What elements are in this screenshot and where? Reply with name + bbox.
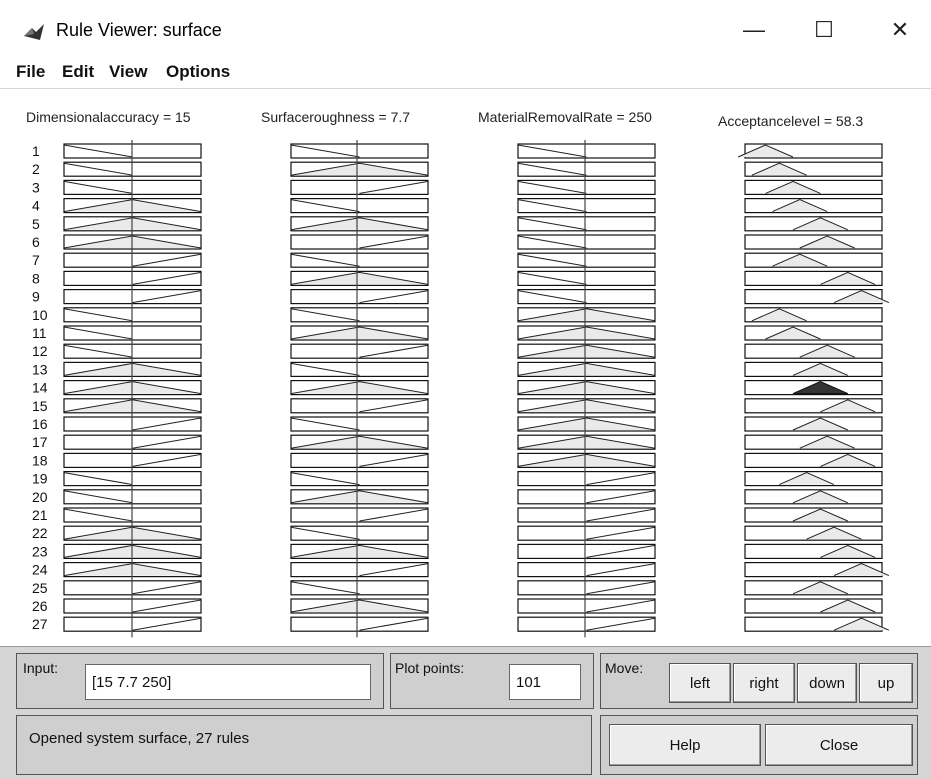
help-button[interactable]: Help (609, 724, 761, 766)
rule-cell (517, 216, 656, 232)
close-window-button[interactable]: ✕ (870, 10, 930, 50)
rule-cell (290, 252, 429, 268)
rule-number: 22 (32, 525, 48, 541)
rule-number: 12 (32, 343, 48, 359)
move-up-button[interactable]: up (859, 663, 913, 703)
plot-points-group: Plot points: 101 (390, 653, 594, 709)
rule-cell (517, 179, 656, 196)
maximize-button[interactable]: ☐ (794, 10, 854, 50)
close-icon: ✕ (890, 17, 910, 42)
rule-cell (517, 580, 656, 596)
menu-view[interactable]: View (109, 62, 147, 82)
input-label: Input: (23, 660, 59, 676)
action-group: Help Close (600, 715, 918, 775)
menu-file[interactable]: File (16, 62, 45, 82)
rule-number: 8 (32, 270, 40, 286)
rule-cell (290, 234, 429, 250)
rule-number: 15 (32, 398, 48, 414)
input-field[interactable]: [15 7.7 250] (85, 664, 371, 700)
status-panel: Opened system surface, 27 rules (16, 715, 592, 775)
rule-number: 26 (32, 598, 48, 614)
menu-bar: File Edit View Options (0, 58, 931, 88)
rule-number: 11 (32, 325, 47, 341)
rule-number: 16 (32, 416, 48, 432)
rule-number: 13 (32, 361, 48, 377)
plot-points-label: Plot points: (395, 660, 465, 676)
rule-cell (517, 616, 656, 632)
rule-cell (290, 507, 429, 523)
rule-number: 21 (32, 507, 48, 523)
move-group: Move: left right down up (600, 653, 918, 709)
rule-cell (290, 343, 429, 359)
minimize-button[interactable]: — (724, 10, 784, 50)
input-group: Input: [15 7.7 250] (16, 653, 384, 709)
rule-cell (290, 525, 429, 541)
rule-cell (290, 143, 429, 159)
rule-cell (290, 361, 429, 377)
maximize-icon: ☐ (814, 17, 834, 42)
rule-number: 2 (32, 161, 40, 177)
move-right-button[interactable]: right (733, 663, 795, 703)
move-label: Move: (605, 660, 644, 676)
title-bar: Rule Viewer: surface — ☐ ✕ (0, 0, 931, 58)
rule-cell (517, 471, 656, 487)
rule-number: 1 (32, 143, 40, 159)
rule-cell (290, 616, 429, 632)
rule-cell (517, 543, 656, 559)
rule-cell (517, 270, 656, 286)
rule-cell (517, 143, 656, 159)
rule-number: 25 (32, 580, 48, 596)
rule-cell (290, 580, 429, 596)
rule-number: 9 (32, 289, 40, 305)
rule-cell (290, 197, 429, 214)
rule-cell (290, 179, 429, 196)
rule-number: 7 (32, 252, 40, 268)
window-title: Rule Viewer: surface (56, 20, 222, 40)
rule-cell (517, 525, 656, 541)
rule-cell (517, 489, 656, 505)
matlab-logo-icon (24, 24, 44, 40)
rule-cell (517, 562, 656, 578)
menu-edit[interactable]: Edit (62, 62, 94, 82)
rule-cell (290, 452, 429, 468)
move-left-button[interactable]: left (669, 663, 731, 703)
rule-number: 10 (32, 307, 48, 323)
rule-cell (290, 416, 429, 432)
move-down-button[interactable]: down (797, 663, 857, 703)
rule-cell (290, 289, 429, 305)
rule-canvas: Dimensionalaccuracy = 15 Surfaceroughnes… (0, 88, 931, 647)
rule-grid: 1234567891011121314151617181920212223242… (32, 140, 890, 638)
rule-cell (290, 562, 429, 578)
menu-options[interactable]: Options (166, 62, 230, 82)
rule-cell (517, 161, 656, 177)
rule-number: 6 (32, 234, 40, 250)
rule-cell (290, 471, 429, 487)
rule-number: 27 (32, 616, 48, 632)
rule-number: 18 (32, 452, 48, 468)
rule-number: 23 (32, 543, 48, 559)
rule-number: 19 (32, 471, 48, 487)
rule-number: 4 (32, 198, 40, 214)
rule-cell (517, 289, 656, 305)
rule-number: 20 (32, 489, 48, 505)
rule-number: 14 (32, 380, 48, 396)
rule-number: 5 (32, 216, 40, 232)
rule-number: 17 (32, 434, 48, 450)
rule-cell (290, 307, 429, 323)
rule-cell (517, 507, 656, 523)
control-panel: Input: [15 7.7 250] Plot points: 101 Mov… (0, 646, 931, 779)
rule-cell (517, 197, 656, 214)
rule-cell (290, 398, 429, 414)
rule-cell (517, 598, 656, 614)
rule-cell (517, 252, 656, 268)
rule-cell (517, 234, 656, 250)
close-button[interactable]: Close (765, 724, 913, 766)
plot-points-field[interactable]: 101 (509, 664, 581, 700)
status-text: Opened system surface, 27 rules (29, 730, 250, 747)
rule-number: 3 (32, 179, 40, 195)
rule-number: 24 (32, 562, 48, 578)
minimize-icon: — (743, 17, 765, 42)
